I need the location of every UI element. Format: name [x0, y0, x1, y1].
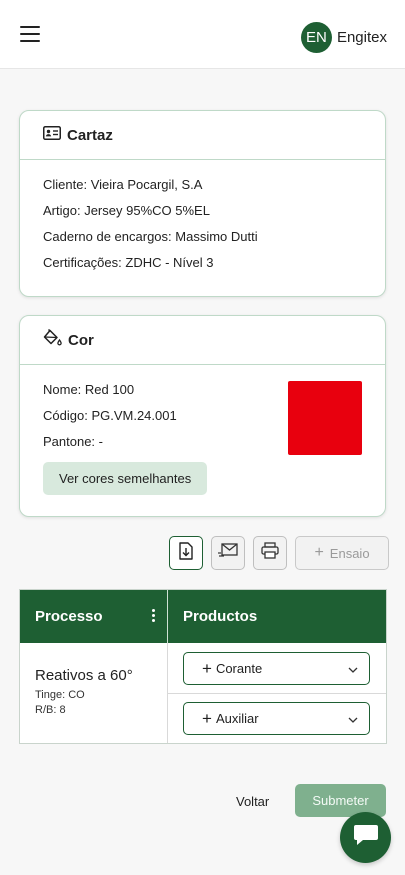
cor-title: Cor [68, 331, 94, 349]
plus-icon: + [314, 544, 324, 561]
table-row: Reativos a 60° Tinge: CO R/B: 8 + Corant… [20, 643, 386, 743]
cartaz-card: Cartaz Cliente: Vieira Pocargil, S.A Art… [19, 110, 386, 297]
add-ensaio-button[interactable]: + Ensaio [295, 536, 389, 570]
color-swatch [288, 381, 362, 455]
back-button[interactable]: Voltar [236, 794, 269, 809]
top-bar: EN Engitex [0, 0, 405, 69]
process-tinge: Tinge: CO [35, 689, 85, 701]
chat-button[interactable] [340, 812, 391, 863]
cartaz-card-header: Cartaz [20, 111, 385, 160]
print-icon [261, 542, 279, 564]
cor-card-header: Cor [20, 316, 385, 365]
process-table: Processo Productos Reativos a 60° Tinge:… [19, 589, 387, 744]
email-icon [218, 542, 238, 564]
process-name: Reativos a 60° [35, 667, 133, 684]
plus-icon: + [202, 709, 212, 728]
cor-card: Cor Nome: Red 100 Código: PG.VM.24.001 P… [19, 315, 386, 517]
chat-bubble-icon [353, 823, 379, 852]
auxiliar-dropdown[interactable]: + Auxiliar [183, 702, 370, 735]
print-button[interactable] [253, 536, 287, 570]
field-cliente: Cliente: Vieira Pocargil, S.A [43, 177, 203, 192]
plus-icon: + [202, 658, 212, 678]
download-file-icon [178, 541, 194, 565]
kebab-menu-icon[interactable] [152, 609, 156, 624]
field-certificacoes: Certificações: ZDHC - Nível 3 [43, 255, 214, 270]
column-header-productos: Productos [183, 608, 258, 625]
chevron-down-icon [348, 661, 358, 676]
avatar: EN [300, 22, 332, 53]
field-caderno-encargos: Caderno de encargos: Massimo Dutti [43, 229, 258, 244]
action-toolbar: + Ensaio [169, 536, 389, 570]
hamburger-menu-icon[interactable] [20, 26, 40, 44]
cartaz-title: Cartaz [67, 126, 113, 144]
field-artigo: Artigo: Jersey 95%CO 5%EL [43, 203, 210, 218]
products-cell: + Corante + Auxiliar [168, 643, 386, 743]
chevron-down-icon [348, 711, 358, 726]
company-name: Engitex [336, 29, 387, 46]
company-brand[interactable]: EN Engitex [300, 22, 387, 53]
email-button[interactable] [211, 536, 245, 570]
product-row: + Auxiliar [168, 693, 386, 743]
process-rb: R/B: 8 [35, 704, 66, 716]
column-header-processo: Processo [20, 590, 168, 643]
similar-colors-button[interactable]: Ver cores semelhantes [43, 462, 208, 495]
corante-dropdown[interactable]: + Corante [183, 651, 370, 685]
table-header: Processo Productos [20, 590, 386, 643]
product-row: + Corante [168, 643, 386, 693]
paint-bucket-icon [43, 328, 62, 352]
download-file-button[interactable] [169, 536, 203, 570]
ensaio-label: Ensaio [329, 545, 370, 561]
process-cell: Reativos a 60° Tinge: CO R/B: 8 [20, 643, 168, 743]
id-card-icon [43, 125, 61, 145]
